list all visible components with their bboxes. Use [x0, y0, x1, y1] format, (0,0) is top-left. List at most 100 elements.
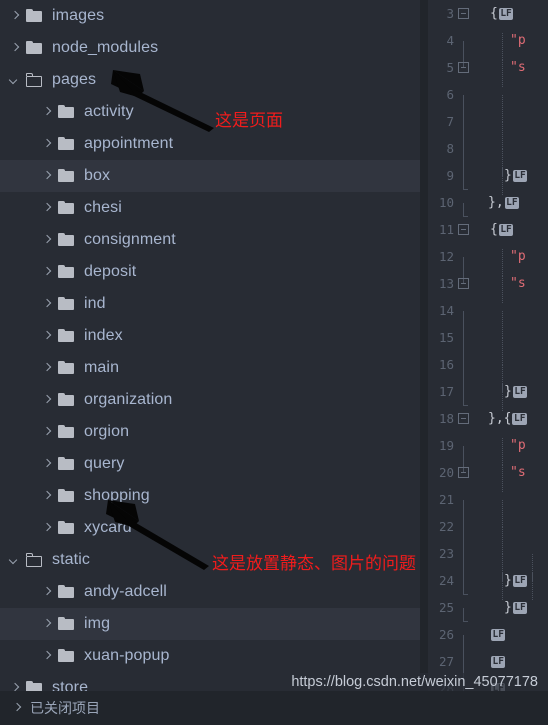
chevron-right-icon[interactable] [8, 9, 22, 23]
tree-item-img[interactable]: img [0, 608, 420, 640]
tree-item-label: static [52, 551, 90, 568]
fold-gutter[interactable] [454, 413, 472, 424]
tree-item-main[interactable]: main [0, 352, 420, 384]
tree-item-label: query [84, 455, 125, 472]
fold-gutter[interactable] [454, 62, 472, 73]
code-line[interactable]: 22 [428, 513, 548, 554]
code-line[interactable]: 27 LF [428, 648, 548, 689]
code-line[interactable]: 10}, LF [428, 189, 548, 217]
tree-item-appointment[interactable]: appointment [0, 128, 420, 160]
code-line[interactable]: 17} LF [428, 378, 548, 411]
tree-item-organization[interactable]: organization [0, 384, 420, 416]
code-line[interactable]: 14 [428, 297, 548, 338]
tree-item-andy-adcell[interactable]: andy-adcell [0, 576, 420, 608]
code-line[interactable]: 5 "s [428, 54, 548, 87]
code-line[interactable]: 16 [428, 351, 548, 392]
fold-toggle-icon[interactable] [457, 413, 469, 424]
tree-item-activity[interactable]: activity [0, 96, 420, 128]
code-line[interactable]: 25} LF [428, 594, 548, 622]
code-line[interactable]: 23 [428, 540, 548, 581]
code-line[interactable]: 20 "s [428, 459, 548, 492]
chevron-right-icon[interactable] [40, 585, 54, 599]
code-line[interactable]: 13 "s [428, 270, 548, 303]
tree-item-orgion[interactable]: orgion [0, 416, 420, 448]
chevron-right-icon[interactable] [40, 489, 54, 503]
line-number: 20 [438, 465, 454, 480]
code-string: "s [510, 465, 526, 480]
code-tokens: LF [490, 627, 506, 642]
code-editor-pane[interactable]: 3{LF 4 "p 5 "s 6 7 8 9} LF 10}, LF 11{LF 12 "p 13 "s 14 15… [428, 0, 548, 691]
tree-item-pages[interactable]: pages [0, 64, 420, 96]
tree-item-ind[interactable]: ind [0, 288, 420, 320]
chevron-down-icon[interactable] [8, 553, 22, 567]
chevron-right-icon[interactable] [40, 457, 54, 471]
fold-toggle-icon[interactable] [457, 8, 469, 19]
fold-gutter[interactable] [454, 467, 472, 478]
code-line[interactable]: 6 [428, 81, 548, 122]
code-line[interactable]: 3 {LF [428, 0, 548, 27]
file-tree-sidebar[interactable]: images node_modulespages activity appointme… [0, 0, 420, 691]
folder-icon [25, 8, 44, 24]
status-bar[interactable]: 已关闭项目 [0, 691, 548, 725]
chevron-right-icon[interactable] [40, 329, 54, 343]
fold-gutter[interactable] [454, 278, 472, 289]
chevron-right-icon[interactable] [40, 521, 54, 535]
fold-toggle-icon[interactable] [457, 224, 469, 235]
code-string: "s [510, 60, 526, 75]
tree-item-images[interactable]: images [0, 0, 420, 32]
code-line[interactable]: 7 [428, 108, 548, 149]
code-line[interactable]: 19 "p [428, 432, 548, 473]
chevron-right-icon[interactable] [40, 297, 54, 311]
chevron-right-icon[interactable] [40, 137, 54, 151]
line-number: 8 [446, 141, 454, 156]
chevron-right-icon[interactable] [40, 617, 54, 631]
chevron-down-icon[interactable] [8, 73, 22, 87]
tree-item-xuan-popup[interactable]: xuan-popup [0, 640, 420, 672]
chevron-right-icon[interactable] [40, 105, 54, 119]
fold-toggle-icon[interactable] [457, 62, 469, 73]
tree-item-chesi[interactable]: chesi [0, 192, 420, 224]
panel-divider[interactable] [420, 0, 428, 691]
tree-item-shopping[interactable]: shopping [0, 480, 420, 512]
chevron-right-icon[interactable] [10, 701, 24, 715]
chevron-right-icon[interactable] [8, 41, 22, 55]
fold-gutter[interactable] [454, 8, 472, 19]
chevron-right-icon[interactable] [40, 649, 54, 663]
chevron-right-icon[interactable] [40, 265, 54, 279]
tree-item-node-modules[interactable]: node_modules [0, 32, 420, 64]
code-line[interactable]: 12 "p [428, 243, 548, 284]
tree-item-label: node_modules [52, 39, 159, 56]
code-line[interactable]: 18},{LF [428, 405, 548, 432]
tree-item-xycard[interactable]: xycard [0, 512, 420, 544]
tree-item-box[interactable]: box [0, 160, 420, 192]
code-line[interactable]: 8 [428, 135, 548, 176]
fold-gutter[interactable] [454, 224, 472, 235]
code-line[interactable]: 24} LF [428, 567, 548, 600]
tree-item-deposit[interactable]: deposit [0, 256, 420, 288]
fold-guide-end [463, 391, 468, 406]
tree-item-query[interactable]: query [0, 448, 420, 480]
fold-guide-end [463, 175, 468, 190]
tree-item-index[interactable]: index [0, 320, 420, 352]
fold-toggle-icon[interactable] [457, 278, 469, 289]
line-number: 12 [438, 249, 454, 264]
chevron-right-icon[interactable] [40, 361, 54, 375]
chevron-right-icon[interactable] [40, 201, 54, 215]
chevron-right-icon[interactable] [40, 233, 54, 247]
code-line[interactable]: 15 [428, 324, 548, 365]
chevron-right-icon[interactable] [8, 681, 22, 691]
code-line[interactable]: 9} LF [428, 162, 548, 195]
closed-projects-label[interactable]: 已关闭项目 [30, 698, 100, 718]
fold-toggle-icon[interactable] [457, 467, 469, 478]
code-string: "p [510, 438, 526, 453]
line-number: 22 [438, 519, 454, 534]
tree-item-consignment[interactable]: consignment [0, 224, 420, 256]
code-line[interactable]: 26 LF [428, 621, 548, 662]
chevron-right-icon[interactable] [40, 393, 54, 407]
chevron-right-icon[interactable] [40, 425, 54, 439]
code-line[interactable]: 4 "p [428, 27, 548, 68]
chevron-right-icon[interactable] [40, 169, 54, 183]
code-line[interactable]: 21 [428, 486, 548, 527]
code-line[interactable]: 11 {LF [428, 216, 548, 243]
tree-item-label: organization [84, 391, 173, 408]
